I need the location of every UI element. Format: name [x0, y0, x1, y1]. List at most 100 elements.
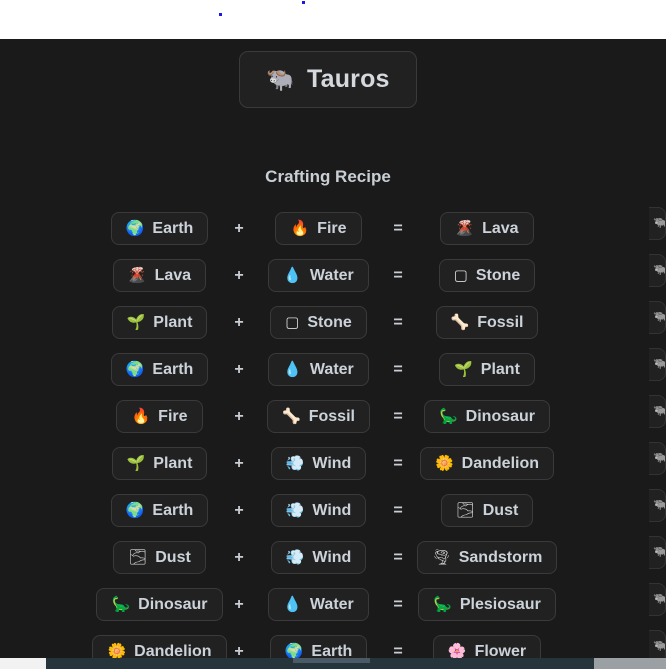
- ingredient-chip-b[interactable]: 💧 Water: [268, 259, 369, 292]
- seedling-icon: 🌱: [454, 361, 473, 378]
- clipped-item-chip[interactable]: 🐃: [649, 301, 666, 334]
- browser-top-strip: [0, 0, 666, 39]
- recipe-result-cell: 🌋 Lava: [420, 212, 555, 245]
- fog-icon: 🌫: [128, 549, 148, 566]
- ingredient-chip-result[interactable]: 🌪 Sandstorm: [416, 541, 558, 574]
- fire-icon: 🔥: [131, 408, 151, 425]
- dinosaur-icon: 🦕: [111, 596, 131, 613]
- recipe-b-cell: 💨 Wind: [261, 447, 377, 480]
- ingredient-chip-a[interactable]: 🔥 Fire: [116, 400, 203, 433]
- recipe-b-cell: 💧 Water: [261, 588, 377, 621]
- ingredient-chip-b[interactable]: 🔥 Fire: [275, 212, 362, 245]
- clipped-item-chip[interactable]: 🐃: [649, 348, 666, 381]
- clipped-item-chip[interactable]: 🐃: [649, 395, 666, 428]
- clipped-item-chip[interactable]: 🐃: [649, 489, 666, 522]
- horizontal-scrollbar-thumb[interactable]: [293, 658, 370, 663]
- ingredient-label: Plant: [153, 313, 193, 331]
- clipped-item-icon: 🐃: [653, 499, 666, 511]
- crafting-app-page: 🐃 Tauros Crafting Recipe 🌍 Earth + 🔥 Fire = 🌋 L…: [0, 39, 666, 658]
- clipped-item-icon: 🐃: [653, 217, 666, 229]
- tornado-icon: 🌪: [431, 549, 451, 566]
- ingredient-label: Dinosaur: [138, 595, 208, 613]
- recipe-a-cell: 🌫 Dust: [102, 541, 218, 574]
- wind-dash-icon: 💨: [285, 549, 305, 566]
- ingredient-chip-a[interactable]: 🌫 Dust: [113, 541, 206, 574]
- ingredient-chip-result[interactable]: 🌸 Flower: [432, 635, 542, 659]
- recipe-result-cell: 🦴 Fossil: [420, 306, 555, 339]
- ingredient-chip-result[interactable]: ▢ Stone: [438, 259, 536, 292]
- clipped-item-icon: 🐃: [653, 405, 666, 417]
- clipped-item-chip[interactable]: 🐃: [649, 442, 666, 475]
- recipe-row: 🌍 Earth + 🔥 Fire = 🌋 Lava: [0, 205, 656, 252]
- ingredient-chip-result[interactable]: 🦕 Dinosaur: [423, 400, 551, 433]
- ingredient-chip-b[interactable]: 💧 Water: [268, 588, 369, 621]
- ingredient-label: Dust: [155, 548, 191, 566]
- equals-operator: =: [393, 219, 403, 237]
- ingredient-chip-b[interactable]: 💨 Wind: [270, 494, 367, 527]
- ingredient-label: Dandelion: [134, 642, 212, 659]
- crafting-recipe-list: 🌍 Earth + 🔥 Fire = 🌋 Lava 🌋 Lava + 💧 Water = ▢ Stone 🌱 Pl…: [0, 205, 656, 658]
- ingredient-chip-a[interactable]: 🌼 Dandelion: [92, 635, 227, 659]
- ingredient-label: Plant: [153, 454, 193, 472]
- ingredient-chip-b[interactable]: 💧 Water: [268, 353, 369, 386]
- ingredient-chip-b[interactable]: 🌍 Earth: [269, 635, 368, 659]
- recipe-b-cell: 💨 Wind: [261, 494, 377, 527]
- ingredient-label: Stone: [475, 266, 521, 284]
- cursor-dot-marker: [302, 1, 305, 4]
- taskbar-left-segment: [0, 658, 46, 669]
- cherry-blossom-icon: 🌸: [447, 643, 467, 658]
- ingredient-chip-a[interactable]: 🌱 Plant: [111, 306, 208, 339]
- ingredient-chip-a[interactable]: 🌋 Lava: [112, 259, 207, 292]
- recipe-row: 🌱 Plant + ▢ Stone = 🦴 Fossil: [0, 299, 656, 346]
- earth-globe-icon: 🌍: [284, 643, 304, 658]
- ingredient-chip-result[interactable]: 🌼 Dandelion: [419, 447, 555, 480]
- ingredient-chip-result[interactable]: 🌱 Plant: [439, 353, 535, 386]
- equals-operator: =: [393, 360, 403, 378]
- plus-operator: +: [234, 595, 244, 613]
- recipe-row: 🌍 Earth + 💧 Water = 🌱 Plant: [0, 346, 656, 393]
- ingredient-chip-result[interactable]: 🌋 Lava: [440, 212, 534, 245]
- bottom-taskbar[interactable]: [0, 658, 666, 669]
- recipe-b-cell: 💧 Water: [261, 259, 377, 292]
- clipped-item-icon: 🐃: [653, 593, 666, 605]
- page-title-chip[interactable]: 🐃 Tauros: [239, 51, 417, 108]
- ingredient-chip-result[interactable]: 🌫 Dust: [440, 494, 534, 527]
- plus-operator: +: [234, 642, 244, 659]
- ingredient-chip-result[interactable]: 🦴 Fossil: [435, 306, 539, 339]
- recipe-row: 🌼 Dandelion + 🌍 Earth = 🌸 Flower: [0, 628, 656, 658]
- equals-operator: =: [393, 313, 403, 331]
- recipe-row: 🦕 Dinosaur + 💧 Water = 🦕 Plesiosaur: [0, 581, 656, 628]
- ingredient-chip-b[interactable]: 💨 Wind: [270, 541, 367, 574]
- ingredient-chip-a[interactable]: 🌍 Earth: [110, 353, 209, 386]
- clipped-side-panel: 🐃 🐃 🐃 🐃 🐃 🐃 🐃 🐃 🐃 🐃: [649, 207, 666, 658]
- ingredient-label: Water: [309, 360, 354, 378]
- clipped-item-chip[interactable]: 🐃: [649, 207, 666, 240]
- ingredient-label: Fossil: [477, 313, 524, 331]
- stone-icon: ▢: [453, 267, 468, 284]
- ingredient-chip-a[interactable]: 🌍 Earth: [110, 494, 209, 527]
- clipped-item-chip[interactable]: 🐃: [649, 630, 666, 658]
- ingredient-label: Earth: [152, 219, 194, 237]
- water-buffalo-icon: 🐃: [266, 66, 295, 92]
- fog-icon: 🌫: [455, 502, 475, 519]
- ingredient-chip-a[interactable]: 🌱 Plant: [111, 447, 208, 480]
- ingredient-label: Fire: [158, 407, 188, 425]
- ingredient-label: Flower: [474, 642, 527, 659]
- clipped-item-icon: 🐃: [653, 358, 666, 370]
- ingredient-chip-a[interactable]: 🌍 Earth: [110, 212, 209, 245]
- seedling-icon: 🌱: [126, 314, 146, 331]
- ingredient-chip-b[interactable]: ▢ Stone: [270, 306, 367, 339]
- ingredient-label: Water: [309, 266, 354, 284]
- ingredient-chip-a[interactable]: 🦕 Dinosaur: [96, 588, 223, 621]
- ingredient-chip-b[interactable]: 🦴 Fossil: [267, 400, 370, 433]
- ingredient-chip-result[interactable]: 🦕 Plesiosaur: [418, 588, 556, 621]
- ingredient-chip-b[interactable]: 💨 Wind: [270, 447, 367, 480]
- equals-operator: =: [393, 407, 403, 425]
- clipped-item-chip[interactable]: 🐃: [649, 536, 666, 569]
- ingredient-label: Earth: [311, 642, 353, 659]
- earth-globe-icon: 🌍: [125, 361, 145, 378]
- clipped-item-chip[interactable]: 🐃: [649, 583, 666, 616]
- recipe-row: 🌱 Plant + 💨 Wind = 🌼 Dandelion: [0, 440, 656, 487]
- plus-operator: +: [234, 313, 244, 331]
- clipped-item-chip[interactable]: 🐃: [649, 254, 666, 287]
